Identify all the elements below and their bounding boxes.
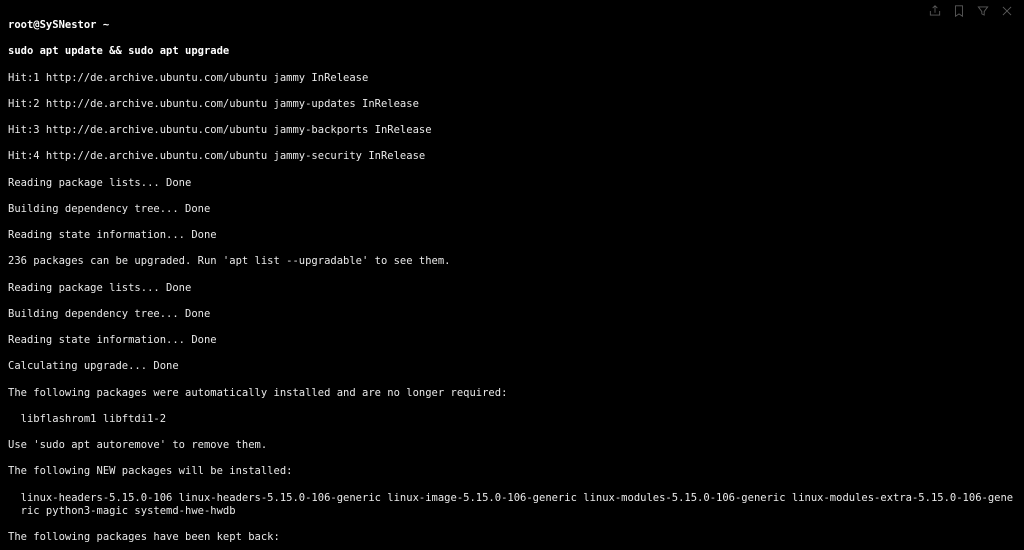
auto-installed-packages: libflashrom1 libftdi1-2 (8, 413, 1016, 426)
new-packages-header: The following NEW packages will be insta… (8, 465, 1016, 478)
terminal-output[interactable]: root@SySNestor ~ sudo apt update && sudo… (0, 0, 1024, 550)
status-line: Calculating upgrade... Done (8, 360, 1016, 373)
filter-icon[interactable] (976, 4, 990, 22)
share-icon[interactable] (928, 4, 942, 22)
hit-line: Hit:1 http://de.archive.ubuntu.com/ubunt… (8, 72, 1016, 85)
status-line: Reading state information... Done (8, 229, 1016, 242)
hit-line: Hit:3 http://de.archive.ubuntu.com/ubunt… (8, 124, 1016, 137)
close-icon[interactable] (1000, 4, 1014, 22)
status-line: Reading package lists... Done (8, 177, 1016, 190)
prompt-line: root@SySNestor ~ (8, 19, 1016, 32)
command-line: sudo apt update && sudo apt upgrade (8, 45, 1016, 58)
auto-installed-header: The following packages were automaticall… (8, 387, 1016, 400)
bookmark-icon[interactable] (952, 4, 966, 22)
new-packages-list: linux-headers-5.15.0-106 linux-headers-5… (8, 492, 1016, 518)
status-line: Building dependency tree... Done (8, 308, 1016, 321)
terminal-toolbar (928, 4, 1014, 22)
status-line: Building dependency tree... Done (8, 203, 1016, 216)
hit-line: Hit:4 http://de.archive.ubuntu.com/ubunt… (8, 150, 1016, 163)
autoremove-hint: Use 'sudo apt autoremove' to remove them… (8, 439, 1016, 452)
status-line: 236 packages can be upgraded. Run 'apt l… (8, 255, 1016, 268)
status-line: Reading package lists... Done (8, 282, 1016, 295)
hit-line: Hit:2 http://de.archive.ubuntu.com/ubunt… (8, 98, 1016, 111)
kept-back-header: The following packages have been kept ba… (8, 531, 1016, 544)
status-line: Reading state information... Done (8, 334, 1016, 347)
